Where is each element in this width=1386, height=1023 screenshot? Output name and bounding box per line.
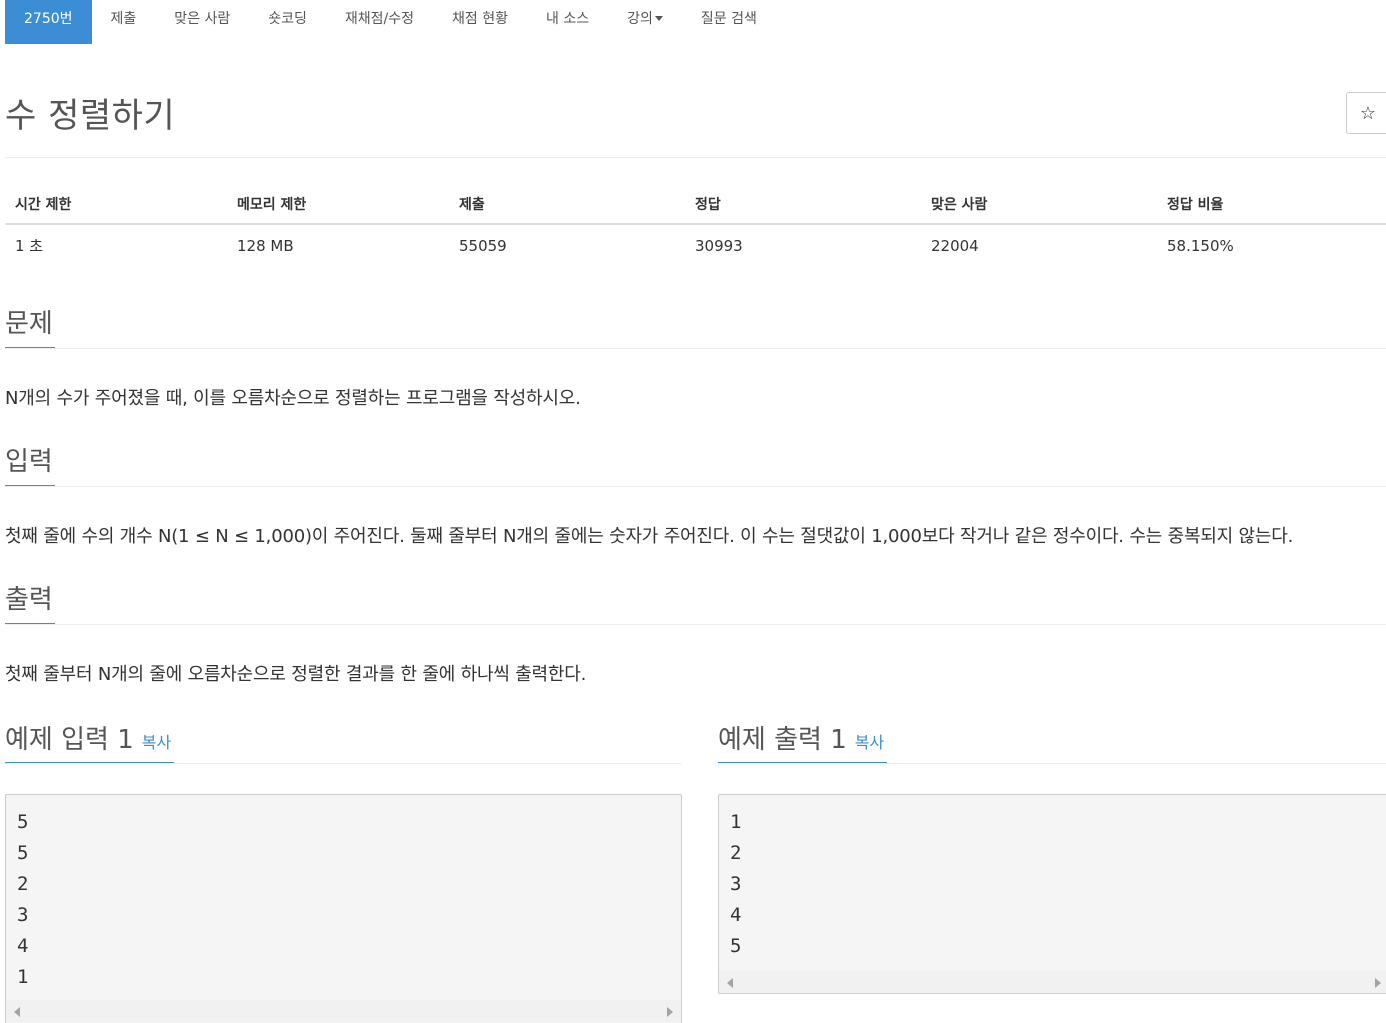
sample-input-heading: 예제 입력 1 복사 [5, 719, 171, 756]
sample-output-lines: 1 2 3 4 5 [719, 795, 1386, 962]
tab-question-search[interactable]: 질문 검색 [682, 0, 776, 44]
input-heading: 입력 [5, 447, 53, 477]
output-description: 첫째 줄부터 N개의 줄에 오름차순으로 정렬한 결과를 한 줄에 하나씩 출력… [5, 664, 587, 685]
title-divider [5, 157, 1386, 158]
header-memory-limit: 메모리 제한 [227, 184, 449, 225]
sample-input-line: 3 [17, 904, 29, 926]
header-accept-ratio: 정답 비율 [1157, 184, 1386, 225]
output-heading: 출력 [5, 585, 53, 615]
value-accepted-users: 22004 [931, 236, 979, 255]
sample-input-title: 예제 입력 1 [5, 725, 134, 755]
star-button[interactable]: ☆ [1346, 92, 1386, 134]
sample-input-line: 1 [17, 966, 29, 988]
header-submissions: 제출 [449, 184, 685, 225]
table-row: 1 초 128 MB 55059 30993 22004 58.150% [5, 224, 1386, 266]
output-section-divider [5, 624, 1386, 625]
star-icon: ☆ [1359, 102, 1377, 124]
sample-output-line: 1 [730, 811, 742, 833]
sample-input-lines: 5 5 2 3 4 1 [6, 795, 681, 993]
value-time-limit: 1 초 [15, 237, 44, 255]
input-section-divider [5, 486, 1386, 487]
page-title: 수 정렬하기 [5, 96, 176, 136]
sample-input-box[interactable]: 5 5 2 3 4 1 [5, 794, 682, 1023]
input-description: 첫째 줄에 수의 개수 N(1 ≤ N ≤ 1,000)이 주어진다. 둘째 줄… [5, 526, 1294, 547]
scroll-right-icon[interactable] [667, 1007, 673, 1017]
tab-submit[interactable]: 제출 [92, 0, 156, 44]
tab-accepted-users[interactable]: 맞은 사람 [155, 0, 249, 44]
tab-lecture-label: 강의 [627, 11, 653, 27]
sample-input-line: 4 [17, 935, 29, 957]
copy-sample-output-link[interactable]: 복사 [855, 733, 884, 752]
table-header-row: 시간 제한 메모리 제한 제출 정답 맞은 사람 정답 비율 [5, 184, 1386, 225]
sample-output-title: 예제 출력 1 [718, 725, 847, 755]
sample-output-line: 3 [730, 873, 742, 895]
sample-output-line: 5 [730, 935, 742, 957]
sample-output-line: 2 [730, 842, 742, 864]
sample-input-scrollbar[interactable] [6, 1000, 681, 1022]
sample-output-line: 4 [730, 904, 742, 926]
sample-output-scrollbar[interactable] [719, 971, 1386, 993]
problem-nav: 2750번 제출 맞은 사람 숏코딩 재채점/수정 채점 현황 내 소스 강의 … [5, 0, 776, 44]
problem-info-table: 시간 제한 메모리 제한 제출 정답 맞은 사람 정답 비율 1 초 128 M… [5, 184, 1386, 266]
scroll-left-icon[interactable] [14, 1007, 20, 1017]
scroll-right-icon[interactable] [1375, 978, 1381, 988]
tab-status[interactable]: 채점 현황 [433, 0, 527, 44]
tab-rejudge[interactable]: 재채점/수정 [326, 0, 433, 44]
tab-short-coding[interactable]: 숏코딩 [249, 0, 326, 44]
value-memory-limit: 128 MB [237, 236, 294, 255]
sample-input-line: 2 [17, 873, 29, 895]
tab-problem-number[interactable]: 2750번 [5, 0, 92, 44]
header-accepted-users: 맞은 사람 [921, 184, 1157, 225]
header-time-limit: 시간 제한 [5, 184, 227, 225]
problem-description: N개의 수가 주어졌을 때, 이를 오름차순으로 정렬하는 프로그램을 작성하시… [5, 388, 581, 409]
copy-sample-input-link[interactable]: 복사 [142, 733, 171, 752]
sample-output-divider [718, 763, 1386, 764]
sample-output-heading: 예제 출력 1 복사 [718, 719, 884, 756]
header-accepted: 정답 [685, 184, 921, 225]
scroll-left-icon[interactable] [727, 978, 733, 988]
value-submissions: 55059 [459, 236, 507, 255]
value-accepted: 30993 [695, 236, 743, 255]
tab-my-source[interactable]: 내 소스 [527, 0, 608, 44]
sample-input-line: 5 [17, 842, 29, 864]
value-accept-ratio: 58.150% [1167, 236, 1234, 255]
sample-output-box[interactable]: 1 2 3 4 5 [718, 794, 1386, 994]
sample-input-divider [5, 763, 682, 764]
sample-input-line: 5 [17, 811, 29, 833]
tab-lecture[interactable]: 강의 [608, 0, 682, 44]
problem-section-divider [5, 348, 1386, 349]
problem-heading: 문제 [5, 309, 53, 339]
caret-down-icon [654, 15, 663, 21]
